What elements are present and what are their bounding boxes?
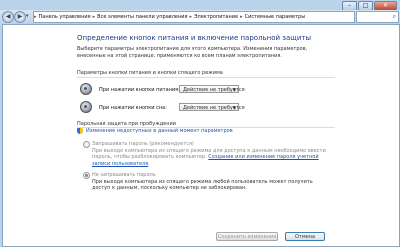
- chevron-down-icon: ▼: [232, 87, 236, 92]
- save-changes-button[interactable]: Сохранить изменения: [216, 232, 278, 241]
- address-bar[interactable]: ▸ Панель управления ▸ Все элементы панел…: [33, 11, 355, 23]
- breadcrumb-system-settings[interactable]: Системные параметры: [243, 14, 308, 20]
- content-pane: Определение кнопок питания и включение п…: [2, 24, 400, 247]
- chevron-down-icon: ▼: [232, 105, 236, 110]
- require-password-description: При выходе компьютера из спящего режима …: [92, 148, 332, 167]
- sleep-button-icon: [80, 101, 92, 113]
- no-password-label[interactable]: Не запрашивать пароль: [92, 172, 156, 178]
- change-unavailable-settings-link[interactable]: Изменение недоступных в данный момент па…: [86, 128, 233, 134]
- buttons-section-heading: Параметры кнопки питания и кнопки спящег…: [77, 70, 223, 76]
- intro-text: Выберите параметры электропитания для эт…: [77, 46, 308, 59]
- power-button-action-select[interactable]: Действие не требуется ▼: [179, 85, 245, 93]
- history-dropdown-icon[interactable]: ▾: [26, 13, 29, 19]
- search-icon: ⌕: [392, 13, 396, 20]
- section-divider: [77, 77, 335, 78]
- back-button[interactable]: ◀: [2, 11, 14, 23]
- power-button-icon: [80, 83, 92, 95]
- require-password-radio[interactable]: [83, 141, 90, 148]
- no-password-description: При выходе компьютера из спящего режима …: [92, 179, 313, 192]
- no-password-radio[interactable]: [83, 172, 90, 179]
- control-panel-window: – □ ✕ ◀ ▶ ▾ ▸ Панель управления ▸ Все эл…: [0, 0, 400, 247]
- address-toolbar: ◀ ▶ ▾ ▸ Панель управления ▸ Все элементы…: [0, 10, 400, 23]
- search-input[interactable]: ⌕: [356, 11, 399, 23]
- sleep-button-label: При нажатии кнопки сна:: [99, 105, 167, 111]
- power-button-label: При нажатии кнопки питания:: [99, 87, 180, 93]
- sleep-button-action-select[interactable]: Действие не требуется ▼: [179, 103, 245, 111]
- breadcrumb-all-items[interactable]: Все элементы панели управления: [95, 14, 189, 20]
- cancel-button[interactable]: Отмена: [285, 232, 325, 241]
- change-unavailable-settings-row[interactable]: Изменение недоступных в данный момент па…: [77, 128, 233, 134]
- breadcrumb-control-panel[interactable]: Панель управления: [37, 14, 93, 20]
- page-title: Определение кнопок питания и включение п…: [77, 34, 312, 42]
- breadcrumb-power-options[interactable]: Электропитание: [192, 14, 240, 20]
- forward-button[interactable]: ▶: [14, 11, 26, 23]
- uac-shield-icon: [77, 128, 83, 134]
- require-password-label[interactable]: Запрашивать пароль (рекомендуется): [92, 141, 194, 147]
